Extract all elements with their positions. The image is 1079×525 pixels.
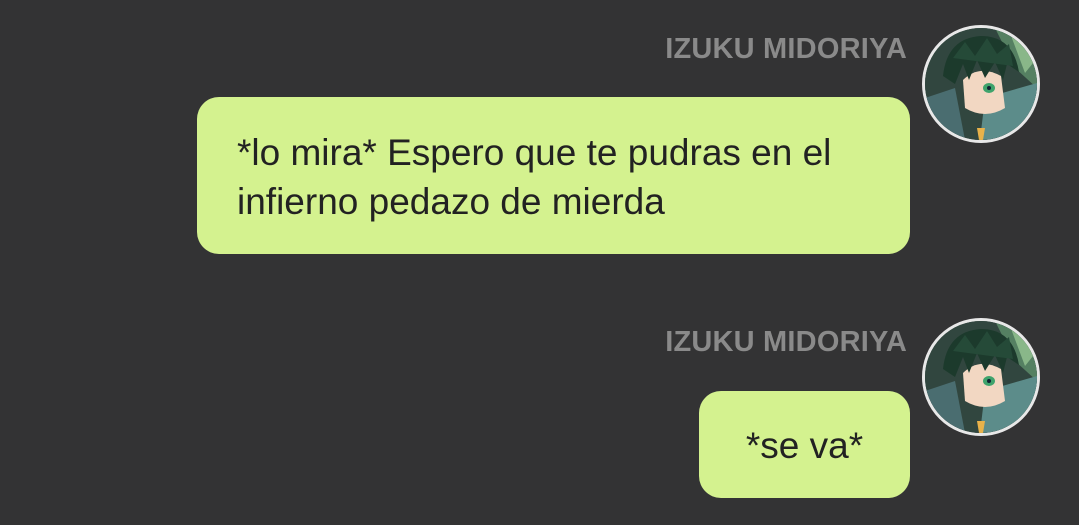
- chat-screen: { "messages": [ { "sender": "IZUKU MIDOR…: [0, 0, 1079, 525]
- sender-name[interactable]: IZUKU MIDORIYA: [665, 33, 907, 66]
- message-bubble[interactable]: *lo mira* Espero que te pudras en el inf…: [197, 97, 910, 254]
- avatar[interactable]: [922, 25, 1040, 143]
- message-text: *se va*: [745, 425, 864, 466]
- avatar[interactable]: [922, 318, 1040, 436]
- message-text: *lo mira* Espero que te pudras en el inf…: [237, 132, 832, 222]
- user-avatar-icon: [925, 321, 1037, 433]
- user-avatar-icon: [925, 28, 1037, 140]
- sender-name[interactable]: IZUKU MIDORIYA: [665, 326, 907, 359]
- message-bubble[interactable]: *se va*: [699, 391, 910, 498]
